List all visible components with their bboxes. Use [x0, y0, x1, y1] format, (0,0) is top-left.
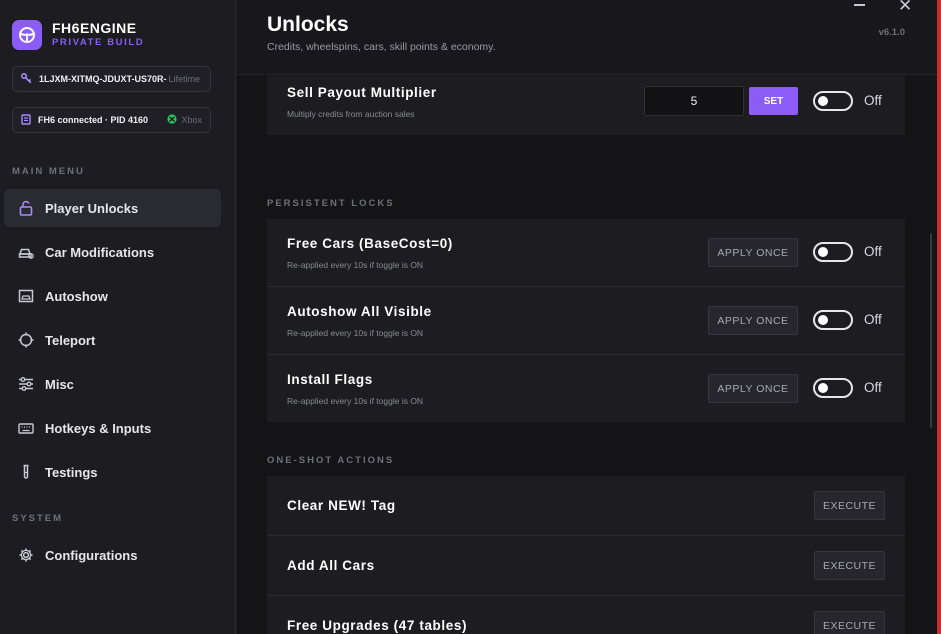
list-item: Free Upgrades (47 tables) EXECUTE — [267, 596, 905, 634]
close-button[interactable]: ✕ — [898, 0, 912, 14]
system-label: SYSTEM — [12, 513, 64, 524]
page-header: Unlocks Credits, wheelspins, cars, skill… — [237, 0, 941, 75]
sidebar-item-label: Hotkeys & Inputs — [45, 420, 152, 436]
license-key: 1LJXM-XITMQ-JDUXT-US70R- — [39, 74, 167, 84]
sidebar-item-label: Player Unlocks — [45, 200, 139, 216]
page-subtitle: Credits, wheelspins, cars, skill points … — [267, 41, 496, 53]
brand-name: FH6ENGINE — [52, 20, 137, 36]
list-item: Add All Cars EXECUTE — [267, 536, 905, 596]
execute-button[interactable]: EXECUTE — [814, 551, 885, 580]
test-tube-icon — [17, 463, 35, 481]
toggle-state-label: Off — [864, 93, 882, 108]
list-item: Autoshow All Visible Re-applied every 10… — [267, 287, 905, 355]
list-item: Clear NEW! Tag EXECUTE — [267, 476, 905, 536]
execute-button[interactable]: EXECUTE — [814, 611, 885, 634]
free-cars-toggle[interactable] — [813, 242, 853, 262]
lock-open-icon — [17, 199, 35, 217]
autoshow-visible-toggle[interactable] — [813, 310, 853, 330]
apply-once-button[interactable]: APPLY ONCE — [708, 374, 798, 403]
sidebar: FH6ENGINE PRIVATE BUILD 1LJXM-XITMQ-JDUX… — [0, 0, 236, 634]
row-desc: Re-applied every 10s if toggle is ON — [287, 328, 424, 338]
sliders-icon — [17, 375, 35, 393]
apply-once-button[interactable]: APPLY ONCE — [708, 306, 798, 335]
row-title: Install Flags — [287, 372, 373, 387]
set-button[interactable]: SET — [749, 87, 798, 115]
sidebar-item-label: Autoshow — [45, 288, 108, 304]
page-title: Unlocks — [267, 13, 349, 36]
persistent-locks-card: Free Cars (BaseCost=0) Re-applied every … — [267, 219, 905, 422]
car-icon — [17, 243, 35, 261]
main-panel: Unlocks Credits, wheelspins, cars, skill… — [237, 0, 941, 634]
row-title: Autoshow All Visible — [287, 304, 432, 319]
autoshow-icon — [17, 287, 35, 305]
scrollbar[interactable] — [930, 233, 932, 428]
window-edge — [937, 0, 941, 634]
sidebar-item-misc[interactable]: Misc — [4, 365, 221, 403]
sidebar-item-label: Teleport — [45, 332, 96, 348]
sidebar-item-testings[interactable]: Testings — [4, 453, 221, 491]
sidebar-item-teleport[interactable]: Teleport — [4, 321, 221, 359]
platform-label: Xbox — [181, 115, 202, 125]
main-menu-label: MAIN MENU — [12, 166, 85, 177]
license-pill[interactable]: 1LJXM-XITMQ-JDUXT-US70R- Lifetime — [12, 66, 211, 92]
gear-icon — [17, 546, 35, 564]
sidebar-item-configurations[interactable]: Configurations — [4, 536, 221, 574]
crosshair-icon — [17, 331, 35, 349]
connection-status-pill: FH6 connected · PID 4160 Xbox — [12, 107, 211, 133]
sidebar-item-label: Testings — [45, 464, 98, 480]
version-label: v6.1.0 — [878, 27, 905, 38]
row-title: Add All Cars — [287, 558, 375, 573]
one-shot-actions-label: ONE-SHOT ACTIONS — [267, 455, 395, 466]
sell-payout-title: Sell Payout Multiplier — [287, 85, 437, 100]
process-icon — [21, 113, 31, 127]
license-tier: Lifetime — [168, 74, 201, 84]
row-title: Free Upgrades (47 tables) — [287, 618, 468, 633]
toggle-state-label: Off — [864, 312, 882, 327]
sidebar-item-label: Misc — [45, 376, 74, 392]
sidebar-item-hotkeys-inputs[interactable]: Hotkeys & Inputs — [4, 409, 221, 447]
brand-subtitle: PRIVATE BUILD — [52, 37, 145, 48]
row-desc: Re-applied every 10s if toggle is ON — [287, 396, 424, 406]
toggle-state-label: Off — [864, 244, 882, 259]
sell-payout-card: Sell Payout Multiplier Multiply credits … — [267, 76, 905, 135]
install-flags-toggle[interactable] — [813, 378, 853, 398]
list-item: Free Cars (BaseCost=0) Re-applied every … — [267, 219, 905, 287]
steering-wheel-icon — [12, 20, 42, 50]
sell-payout-input[interactable] — [644, 86, 744, 116]
sidebar-item-autoshow[interactable]: Autoshow — [4, 277, 221, 315]
row-title: Free Cars (BaseCost=0) — [287, 236, 453, 251]
row-title: Clear NEW! Tag — [287, 498, 396, 513]
sidebar-item-label: Car Modifications — [45, 244, 155, 260]
keyboard-icon — [17, 419, 35, 437]
sidebar-item-car-modifications[interactable]: Car Modifications — [4, 233, 221, 271]
minimize-button[interactable] — [854, 4, 865, 6]
brand: FH6ENGINE PRIVATE BUILD — [12, 20, 144, 50]
execute-button[interactable]: EXECUTE — [814, 491, 885, 520]
toggle-state-label: Off — [864, 380, 882, 395]
connection-status-text: FH6 connected · PID 4160 — [38, 115, 149, 125]
persistent-locks-label: PERSISTENT LOCKS — [267, 198, 395, 209]
one-shot-actions-card: Clear NEW! Tag EXECUTE Add All Cars EXEC… — [267, 476, 905, 634]
sell-payout-desc: Multiply credits from auction sales — [287, 109, 415, 119]
list-item: Install Flags Re-applied every 10s if to… — [267, 355, 905, 422]
apply-once-button[interactable]: APPLY ONCE — [708, 238, 798, 267]
row-desc: Re-applied every 10s if toggle is ON — [287, 260, 424, 270]
sidebar-item-player-unlocks[interactable]: Player Unlocks — [4, 189, 221, 227]
key-icon — [20, 72, 32, 86]
sell-payout-toggle[interactable] — [813, 91, 853, 111]
xbox-icon — [167, 114, 178, 126]
sidebar-item-label: Configurations — [45, 547, 138, 563]
close-icon: ✕ — [898, 0, 913, 15]
